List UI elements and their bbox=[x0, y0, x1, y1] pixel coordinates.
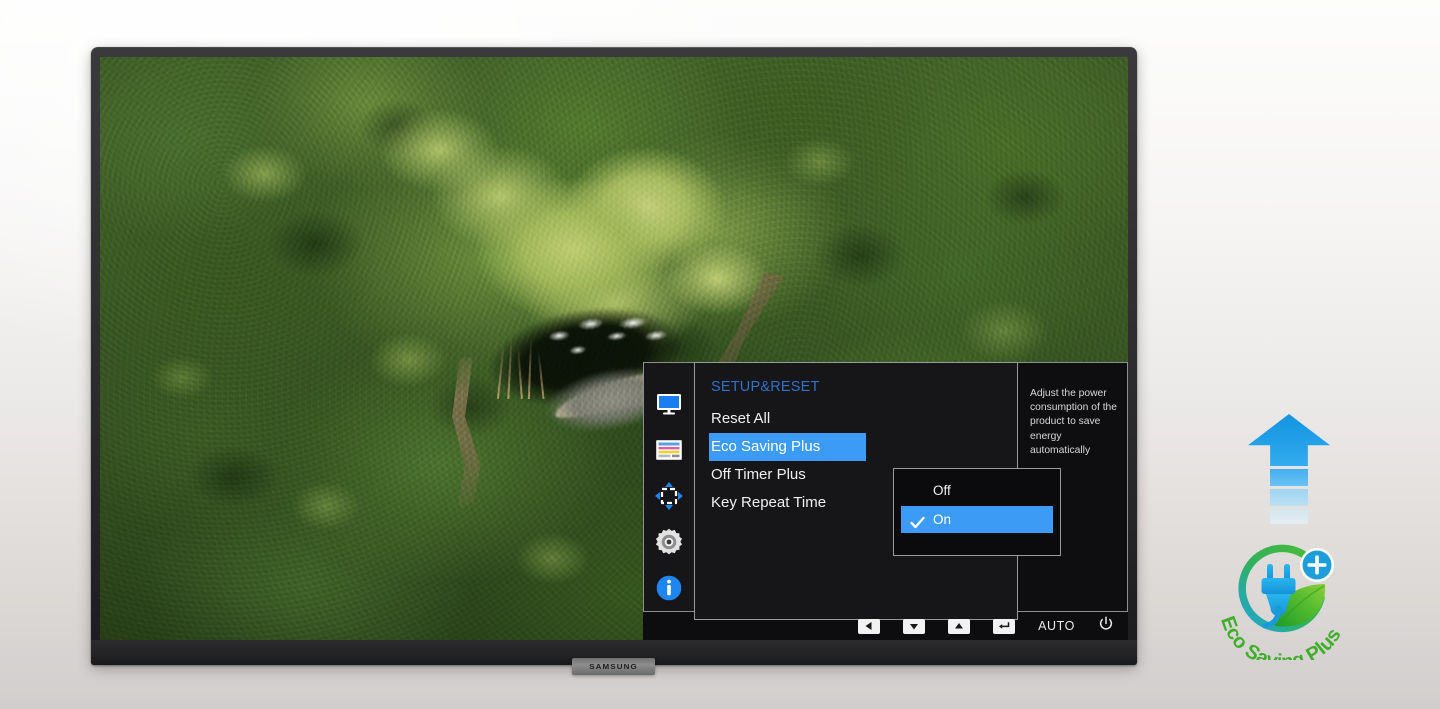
dropdown-option-off[interactable]: Off bbox=[901, 477, 1053, 504]
dropdown-option-off-label: Off bbox=[933, 483, 951, 498]
samsung-logo: SAMSUNG bbox=[589, 662, 638, 671]
down-triangle-icon bbox=[909, 621, 919, 631]
checkmark-icon bbox=[910, 512, 925, 528]
eco-logo-svg: Eco Saving Plus bbox=[1216, 544, 1346, 660]
dropdown-option-on[interactable]: On bbox=[901, 506, 1053, 533]
osd-menu-panel: SETUP&RESET Reset All Eco Saving Plus Of… bbox=[694, 362, 1061, 620]
menu-item-key-repeat-time[interactable]: Key Repeat Time bbox=[709, 489, 866, 517]
osd-description-text: Adjust the power consumption of the prod… bbox=[1030, 388, 1118, 456]
menu-item-eco-saving-plus[interactable]: Eco Saving Plus bbox=[709, 433, 866, 461]
enter-button[interactable] bbox=[993, 618, 1016, 634]
pip-pbp-icon[interactable] bbox=[655, 482, 683, 510]
picture-icon[interactable] bbox=[655, 390, 683, 418]
eco-saving-plus-dropdown: Off On bbox=[893, 468, 1061, 556]
enter-arrow-icon bbox=[998, 621, 1010, 631]
plus-badge-icon bbox=[1300, 548, 1334, 582]
monitor: SETUP&RESET Reset All Eco Saving Plus Of… bbox=[91, 47, 1137, 665]
arrow-trail-segment-1 bbox=[1270, 469, 1308, 486]
setup-reset-icon[interactable] bbox=[655, 528, 683, 556]
arrow-trail-segment-2 bbox=[1270, 489, 1308, 506]
left-triangle-icon bbox=[864, 621, 874, 631]
osd-menu: SETUP&RESET Reset All Eco Saving Plus Of… bbox=[643, 362, 1128, 640]
onscreen-display-icon[interactable] bbox=[655, 436, 683, 464]
arrow-trail-segment-3 bbox=[1270, 509, 1308, 524]
monitor-stand-neck: SAMSUNG bbox=[572, 658, 655, 675]
information-icon[interactable] bbox=[655, 574, 683, 602]
osd-button-bar: AUTO bbox=[643, 612, 1128, 640]
up-button[interactable] bbox=[948, 618, 971, 634]
up-triangle-icon bbox=[954, 621, 964, 631]
power-icon bbox=[1098, 615, 1114, 637]
dropdown-option-on-label: On bbox=[933, 512, 952, 527]
upward-arrow-graphic bbox=[1248, 414, 1330, 524]
osd-category-icon-column bbox=[643, 362, 694, 612]
osd-body: SETUP&RESET Reset All Eco Saving Plus Of… bbox=[643, 362, 1128, 620]
page-root: SETUP&RESET Reset All Eco Saving Plus Of… bbox=[0, 0, 1440, 709]
back-button[interactable] bbox=[858, 618, 881, 634]
down-button[interactable] bbox=[903, 618, 926, 634]
monitor-screen: SETUP&RESET Reset All Eco Saving Plus Of… bbox=[100, 57, 1128, 640]
auto-button[interactable]: AUTO bbox=[1038, 619, 1075, 633]
osd-panel-title: SETUP&RESET bbox=[711, 379, 820, 395]
eco-saving-plus-logo: Eco Saving Plus bbox=[1199, 540, 1374, 660]
power-button[interactable] bbox=[1098, 615, 1114, 637]
menu-item-off-timer-plus[interactable]: Off Timer Plus bbox=[709, 461, 866, 489]
menu-item-reset-all[interactable]: Reset All bbox=[709, 405, 866, 433]
arrow-head bbox=[1248, 414, 1330, 466]
